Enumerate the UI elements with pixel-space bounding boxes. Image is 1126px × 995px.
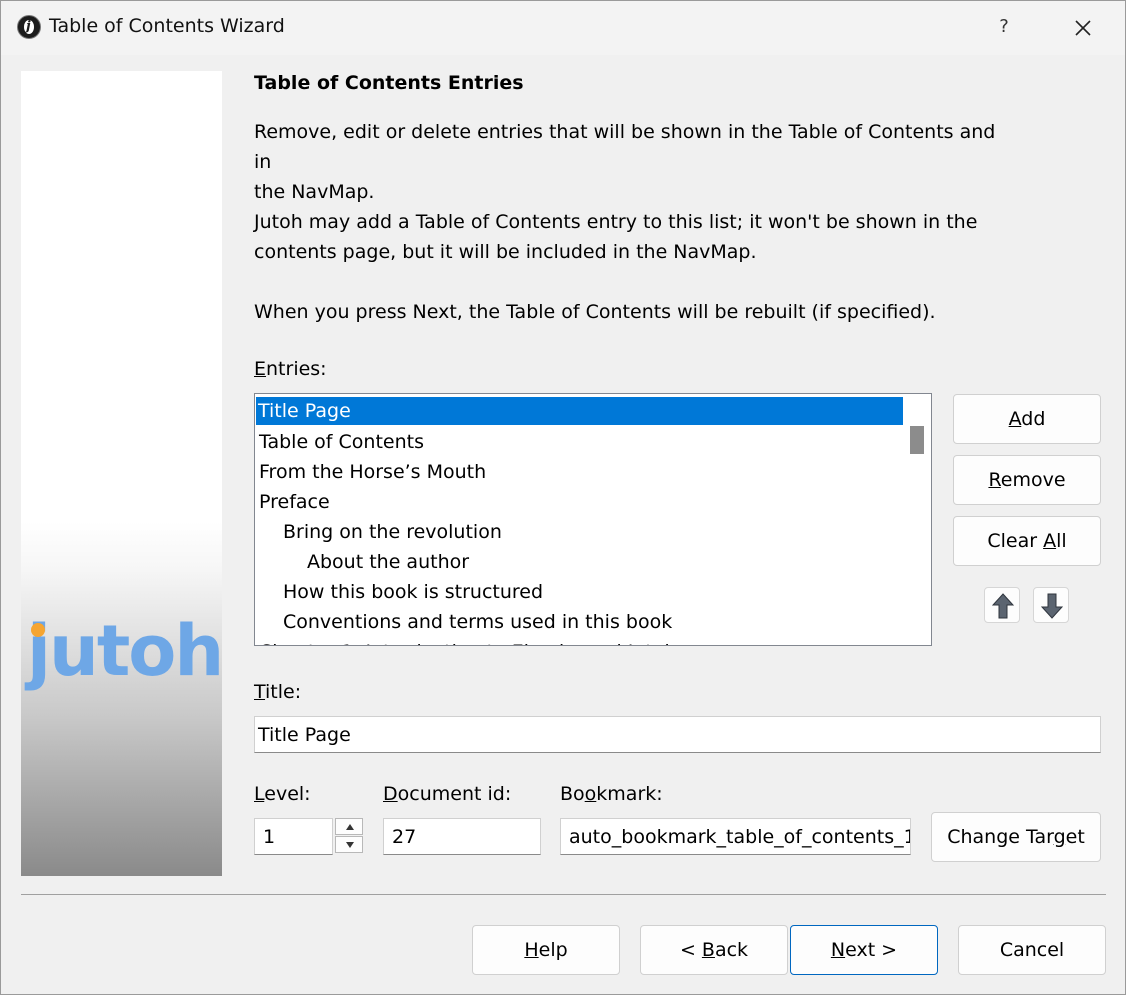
- help-button[interactable]: Help: [472, 925, 620, 975]
- entries-label: Entries:: [254, 358, 327, 380]
- wizard-window: j Table of Contents Wizard ? jutoh Table…: [0, 0, 1126, 995]
- clear-all-button[interactable]: Clear All: [953, 516, 1101, 566]
- entries-list[interactable]: Title Page Table of Contents From the Hors…: [254, 393, 932, 646]
- window-title: Table of Contents Wizard: [49, 15, 285, 37]
- spin-down-icon: [346, 842, 354, 848]
- spin-down-button[interactable]: [335, 836, 363, 853]
- document-id-label: Document id:: [383, 783, 512, 805]
- back-button[interactable]: < Back: [640, 925, 788, 975]
- arrow-down-icon: [1041, 593, 1063, 619]
- jutoh-logo: jutoh: [27, 611, 224, 691]
- close-button[interactable]: [1065, 9, 1101, 45]
- entry-item[interactable]: Conventions and terms used in this book: [257, 607, 672, 637]
- entry-item[interactable]: About the author: [257, 547, 469, 577]
- arrow-up-icon: [992, 593, 1014, 619]
- title-input[interactable]: Title Page: [254, 716, 1101, 753]
- level-label: Level:: [254, 783, 311, 805]
- entry-item[interactable]: Bring on the revolution: [257, 517, 502, 547]
- intro-line-1: Remove, edit or delete entries that will…: [254, 121, 996, 173]
- entry-item[interactable]: Title Page: [256, 397, 903, 425]
- title-bar[interactable]: j Table of Contents Wizard ?: [1, 1, 1125, 55]
- spin-up-button[interactable]: [335, 818, 363, 835]
- entry-item[interactable]: Preface: [257, 487, 330, 517]
- next-button[interactable]: Next >: [790, 925, 938, 975]
- entries-scrollbar[interactable]: [903, 395, 931, 645]
- bookmark-input[interactable]: auto_bookmark_table_of_contents_1: [560, 818, 911, 855]
- footer-separator: [21, 894, 1106, 895]
- page-heading: Table of Contents Entries: [254, 72, 524, 94]
- remove-button[interactable]: Remove: [953, 455, 1101, 505]
- level-spinner[interactable]: [335, 818, 363, 854]
- intro-line-2: the NavMap.: [254, 181, 375, 203]
- change-target-button[interactable]: Change Target: [931, 812, 1101, 862]
- close-icon: [1075, 19, 1091, 36]
- move-down-button[interactable]: [1033, 587, 1069, 623]
- jutoh-app-icon: j: [17, 15, 41, 39]
- navmap-line-2: contents page, but it will be included i…: [254, 241, 757, 263]
- help-question-button[interactable]: ?: [986, 9, 1022, 45]
- logo-dot: [31, 623, 45, 637]
- next-paragraph: When you press Next, the Table of Conten…: [254, 301, 936, 323]
- navmap-line-1: Jutoh may add a Table of Contents entry …: [254, 211, 978, 233]
- entry-item[interactable]: Chapter 1: Introduction to Ebooks and Ju…: [257, 637, 677, 645]
- entry-item[interactable]: Table of Contents: [257, 427, 424, 457]
- entry-item[interactable]: How this book is structured: [257, 577, 543, 607]
- logo-text: jutoh: [27, 610, 224, 692]
- spin-up-icon: [346, 824, 354, 830]
- level-input[interactable]: 1: [254, 818, 333, 855]
- navmap-paragraph: Jutoh may add a Table of Contents entry …: [254, 207, 1014, 267]
- entry-item[interactable]: From the Horse’s Mouth: [257, 457, 486, 487]
- wizard-side-image: jutoh: [21, 71, 224, 876]
- intro-paragraph: Remove, edit or delete entries that will…: [254, 117, 1014, 207]
- move-up-button[interactable]: [984, 587, 1020, 623]
- cancel-button[interactable]: Cancel: [958, 925, 1106, 975]
- add-button[interactable]: Add: [953, 394, 1101, 444]
- title-label: Title:: [254, 681, 302, 703]
- document-id-input[interactable]: 27: [383, 818, 541, 855]
- scrollbar-thumb[interactable]: [910, 426, 924, 454]
- bookmark-label: Bookmark:: [560, 783, 663, 805]
